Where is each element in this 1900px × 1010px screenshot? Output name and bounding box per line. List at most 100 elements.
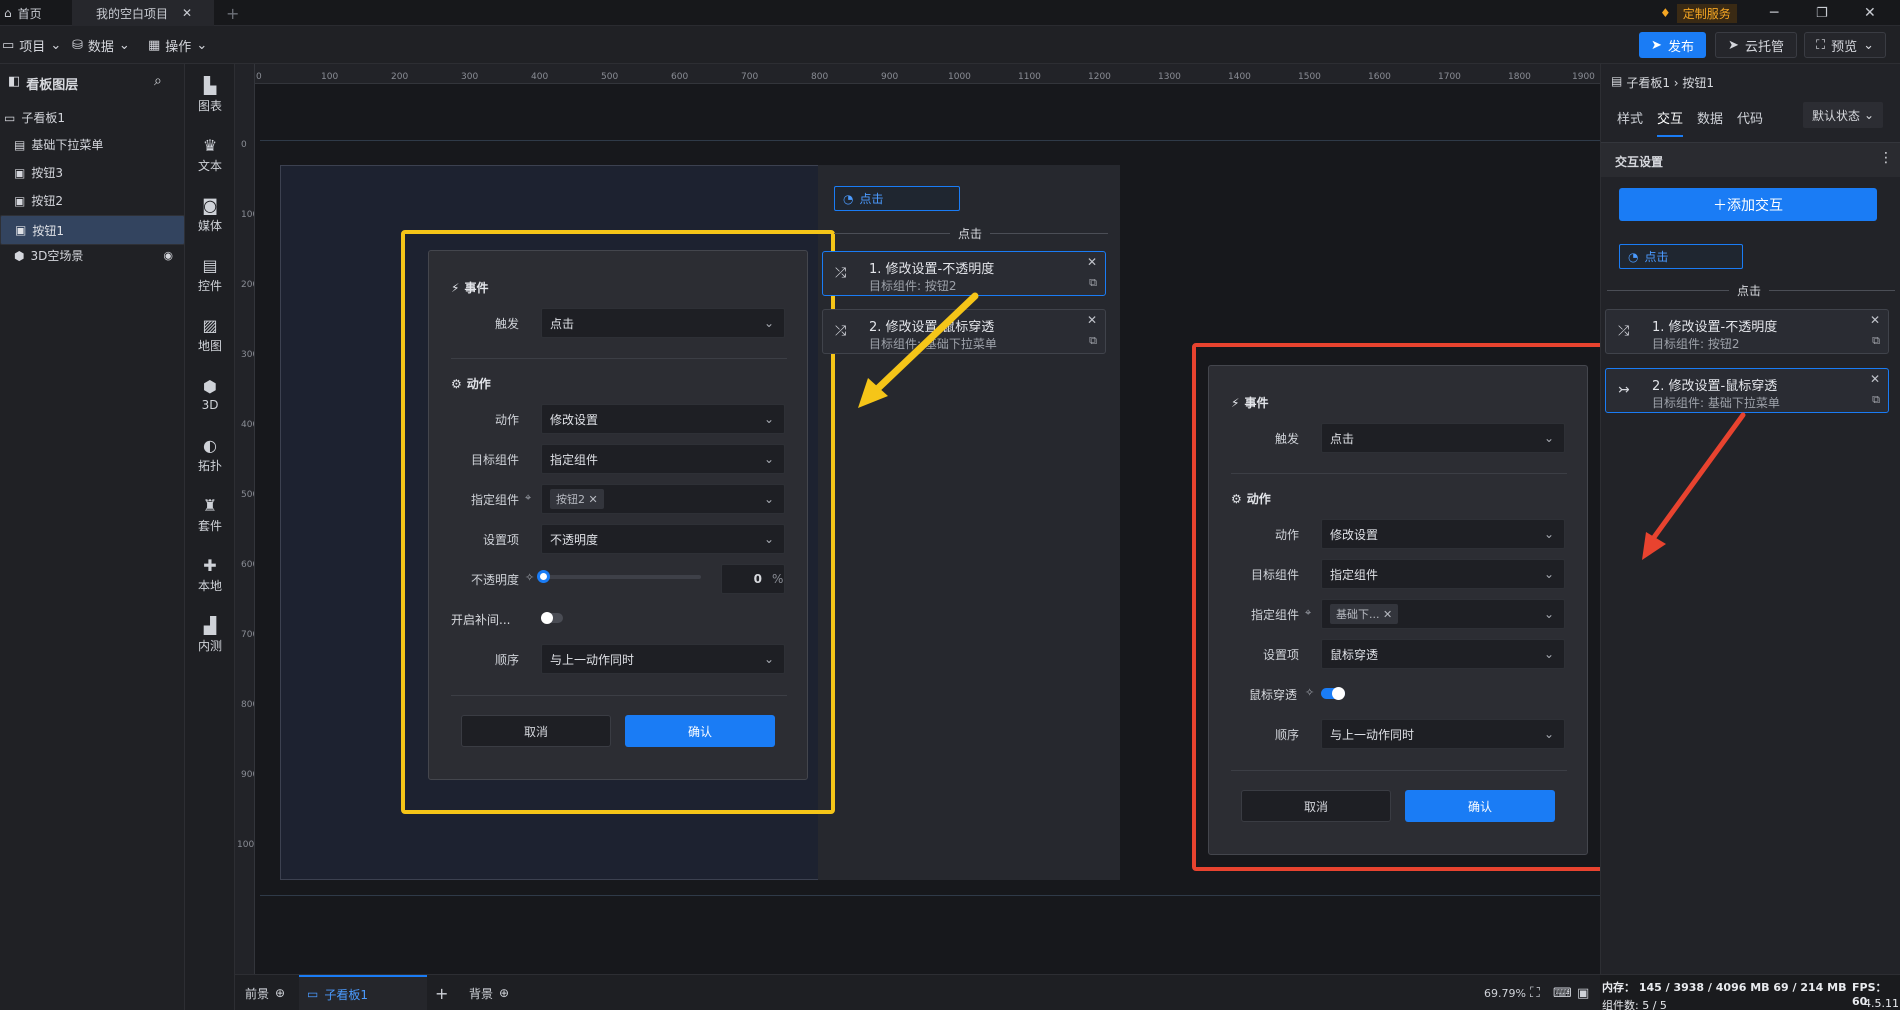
close-icon[interactable]: ✕: [1870, 372, 1880, 386]
monitor-icon: ▭: [307, 987, 319, 1001]
tab-background[interactable]: 背景 ⊕: [469, 975, 509, 1010]
shuffle-icon: ⤮: [835, 323, 847, 339]
state-select[interactable]: 默认状态 ⌄: [1803, 102, 1883, 128]
tab-sub-board[interactable]: ▭ 子看板1: [299, 975, 427, 1010]
image-icon: ▣: [15, 223, 27, 237]
copy-icon[interactable]: ⧉: [1872, 334, 1880, 348]
click-icon: ◔: [1628, 249, 1639, 264]
event-group-header: 点击: [1729, 282, 1770, 299]
doc-icon: ▤: [1611, 74, 1623, 88]
event-group-header: 点击: [950, 225, 991, 242]
search-icon[interactable]: ⌕: [154, 73, 162, 89]
eye-off-icon[interactable]: ◉: [163, 249, 173, 262]
more-icon[interactable]: ⋮: [1879, 150, 1893, 166]
copy-icon[interactable]: ⧉: [1872, 393, 1880, 407]
send-icon: ➤: [1728, 37, 1739, 53]
zoom-level[interactable]: 69.79%: [1484, 975, 1526, 1010]
panel-interaction-card-opacity[interactable]: ⤮ 1. 修改设置-不透明度 目标组件: 按钮2 ✕ ⧉: [1605, 309, 1889, 354]
send-icon: ➤: [1651, 37, 1662, 53]
preview-button[interactable]: ⛶ 预览 ⌄: [1804, 32, 1886, 58]
menu-operation[interactable]: ▦ 操作 ⌄: [148, 26, 207, 64]
keyboard-icon[interactable]: ⌨: [1553, 975, 1572, 1010]
menu-data[interactable]: ⛁ 数据 ⌄: [72, 26, 130, 64]
database-icon: ⛁: [72, 37, 83, 53]
chevron-down-icon: ⌄: [50, 37, 62, 53]
horizontal-ruler: 0 100 200 300 400 500 600 700 800 900 10…: [250, 64, 1600, 84]
close-icon[interactable]: ✕: [1087, 255, 1097, 269]
panel-interaction-card-mouse[interactable]: ↣ 2. 修改设置-鼠标穿透 目标组件: 基础下拉菜单 ✕ ⧉: [1605, 368, 1889, 413]
tab-bar: ⌂ 首页 我的空白项目 ✕ + ♦ 定制服务 ─ ❐ ✕: [0, 0, 1900, 26]
tab-code[interactable]: 代码: [1737, 108, 1763, 127]
image-icon: ▣: [14, 165, 26, 180]
control-icon: ▤: [202, 255, 218, 275]
tab-data[interactable]: 数据: [1697, 108, 1723, 127]
add-circle-icon[interactable]: ⊕: [275, 986, 285, 1000]
layer-item-sub-board[interactable]: ▭ 子看板1: [0, 104, 185, 131]
tool-chart[interactable]: ▙ 图表: [185, 70, 235, 120]
interaction-card-opacity[interactable]: ⤮ 1. 修改设置-不透明度 目标组件: 按钮2 ✕ ⧉: [822, 251, 1106, 296]
close-icon[interactable]: ✕: [1870, 313, 1880, 327]
tool-map[interactable]: ▨ 地图: [185, 310, 235, 360]
layers-icon: ◧: [8, 74, 21, 89]
shuffle-icon: ⤮: [1618, 323, 1630, 339]
tool-beta[interactable]: ▟ 内测: [185, 610, 235, 660]
yellow-highlight-box: [401, 230, 835, 814]
add-tab-icon[interactable]: +: [226, 0, 239, 26]
media-icon: ◙: [202, 195, 218, 215]
cube-icon: ⬢: [203, 377, 217, 396]
trigger-chip[interactable]: ◔ 点击: [1619, 244, 1743, 269]
trigger-chip[interactable]: ◔ 点击: [834, 186, 960, 211]
copy-icon[interactable]: ⧉: [1089, 276, 1097, 290]
chevron-down-icon: ⌄: [196, 37, 208, 53]
terminal-icon[interactable]: ▣: [1577, 975, 1589, 1010]
window-close-icon[interactable]: ✕: [1864, 0, 1876, 26]
close-icon[interactable]: ✕: [182, 6, 192, 20]
interaction-card-mouse[interactable]: ⤮ 2. 修改设置-鼠标穿透 目标组件: 基础下拉菜单 ✕ ⧉: [822, 309, 1106, 354]
grid-icon: ▦: [148, 37, 161, 53]
custom-service-link[interactable]: ♦ 定制服务: [1660, 0, 1737, 26]
cloud-host-button[interactable]: ➤ 云托管: [1715, 32, 1797, 58]
tool-kit[interactable]: ♜ 套件: [185, 490, 235, 540]
cube-icon: ⬢: [14, 248, 25, 263]
add-board-icon[interactable]: +: [435, 975, 448, 1010]
shirt-icon: ♜: [202, 495, 218, 515]
layer-item-3d-scene[interactable]: ⬢ 3D空场景 ◉: [0, 242, 185, 269]
layer-item-button2[interactable]: ▣ 按钮2: [0, 187, 185, 214]
tab-style[interactable]: 样式: [1617, 108, 1643, 127]
fit-screen-icon[interactable]: ⛶: [1530, 975, 1540, 1010]
close-icon[interactable]: ✕: [1087, 313, 1097, 327]
layer-item-dropdown[interactable]: ▤ 基础下拉菜单: [0, 131, 185, 158]
shuffle-icon: ↣: [1618, 382, 1630, 398]
add-interaction-button[interactable]: ＋添加交互: [1619, 188, 1877, 221]
menu-project[interactable]: ▭ 项目 ⌄: [2, 26, 61, 64]
home-icon: ⌂: [4, 6, 12, 20]
version-label: 4.5.11: [1864, 997, 1899, 1010]
breadcrumb: ▤ 子看板1 › 按钮1: [1611, 74, 1715, 90]
tool-3d[interactable]: ⬢ 3D: [185, 370, 235, 420]
tab-foreground[interactable]: 前景 ⊕: [245, 975, 285, 1010]
topology-icon: ◐: [203, 435, 217, 455]
board-tab-bar: 前景 ⊕ ▭ 子看板1 + 背景 ⊕ 69.79% ⛶ ⌨ ▣: [235, 974, 1600, 1010]
monitor-icon: ▭: [2, 37, 15, 53]
tool-control[interactable]: ▤ 控件: [185, 250, 235, 300]
add-circle-icon[interactable]: ⊕: [499, 986, 509, 1000]
tool-text[interactable]: ♛ 文本: [185, 130, 235, 180]
publish-button[interactable]: ➤ 发布: [1639, 32, 1706, 58]
restore-icon[interactable]: ❐: [1816, 0, 1828, 26]
tool-topology[interactable]: ◐ 拓扑: [185, 430, 235, 480]
bar-chart-icon: ▙: [203, 75, 217, 95]
dropdown-icon: ▤: [14, 137, 26, 152]
tool-media[interactable]: ◙ 媒体: [185, 190, 235, 240]
copy-icon[interactable]: ⧉: [1089, 334, 1097, 348]
interaction-settings-title: 交互设置: [1615, 155, 1664, 169]
layer-item-button3[interactable]: ▣ 按钮3: [0, 159, 185, 186]
tab-interaction[interactable]: 交互: [1657, 108, 1684, 137]
layer-item-button1[interactable]: ▣ 按钮1: [0, 215, 185, 245]
minimize-icon[interactable]: ─: [1770, 0, 1778, 26]
puzzle-icon: ✚: [203, 555, 217, 575]
tool-local[interactable]: ✚ 本地: [185, 550, 235, 600]
tab-project[interactable]: 我的空白项目 ✕: [72, 0, 214, 26]
layer-panel: ◧ 看板图层 ⌕ ▭ 子看板1 ▤ 基础下拉菜单 ▣ 按钮3 ▣ 按钮2 ▣ 按钮1 ⬢ 3D…: [0, 64, 185, 1010]
tab-home[interactable]: ⌂ 首页: [0, 0, 72, 26]
guide-line: [260, 895, 1600, 896]
